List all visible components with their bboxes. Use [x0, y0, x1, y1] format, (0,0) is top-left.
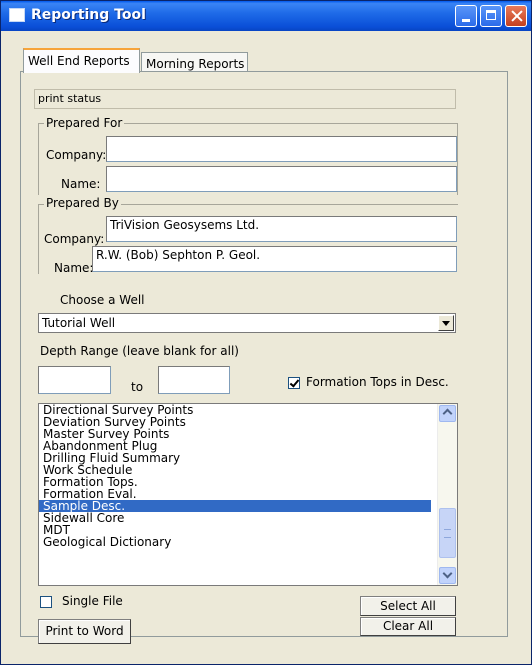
prepared-for-name-label: Name: [61, 177, 101, 191]
tab-label: Well End Reports [28, 54, 130, 68]
list-item[interactable]: Geological Dictionary [39, 536, 431, 548]
prepared-for-company-label: Company: [46, 148, 107, 162]
maximize-button[interactable] [480, 5, 502, 27]
prepared-by-group-left [38, 204, 39, 274]
prepared-by-company-field[interactable]: TriVision Geosysems Ltd. [106, 216, 457, 242]
prepared-by-legend: Prepared By [44, 196, 121, 210]
chevron-down-icon[interactable] [438, 315, 454, 331]
formation-tops-label: Formation Tops in Desc. [306, 375, 449, 389]
depth-to-field[interactable] [158, 366, 230, 394]
prepared-for-legend: Prepared For [44, 116, 125, 130]
formation-tops-checkbox[interactable] [288, 377, 300, 389]
minimize-button[interactable] [455, 5, 477, 27]
print-to-word-button[interactable]: Print to Word [38, 619, 131, 644]
prepared-for-name-field[interactable] [106, 166, 457, 192]
scroll-up-icon[interactable] [439, 405, 456, 422]
well-dropdown[interactable]: Tutorial Well [38, 313, 456, 333]
select-all-button[interactable]: Select All [360, 596, 456, 616]
depth-from-field[interactable] [38, 366, 111, 394]
well-dropdown-value: Tutorial Well [42, 316, 116, 330]
single-file-label: Single File [62, 594, 123, 608]
window-title: Reporting Tool [31, 7, 146, 23]
tab-well-end-reports[interactable]: Well End Reports [23, 48, 140, 73]
scroll-down-icon[interactable] [439, 567, 456, 584]
window-icon [9, 8, 25, 22]
clear-all-button[interactable]: Clear All [360, 617, 456, 636]
list-scrollbar[interactable] [437, 404, 457, 585]
depth-to-label: to [131, 380, 144, 394]
scroll-thumb[interactable] [439, 508, 456, 558]
print-status: print status [34, 89, 456, 109]
prepared-by-name-field[interactable]: R.W. (Bob) Sephton P. Geol. [92, 246, 457, 272]
prepared-by-name-label: Name: [54, 261, 94, 275]
close-button[interactable] [505, 5, 527, 27]
prepared-for-company-field[interactable] [106, 136, 457, 162]
title-bar[interactable]: Reporting Tool [1, 1, 531, 31]
depth-range-label: Depth Range (leave blank for all) [40, 344, 239, 358]
prepared-by-company-label: Company: [44, 232, 105, 246]
report-list[interactable]: Directional Survey Points Deviation Surv… [38, 403, 458, 586]
tab-label: Morning Reports [146, 57, 245, 71]
prepared-for-group-left [38, 123, 39, 195]
single-file-checkbox[interactable] [40, 596, 52, 608]
prepared-for-group-right [457, 123, 458, 195]
choose-well-label: Choose a Well [60, 293, 145, 307]
list-item[interactable]: Sidewall Core [39, 512, 431, 524]
